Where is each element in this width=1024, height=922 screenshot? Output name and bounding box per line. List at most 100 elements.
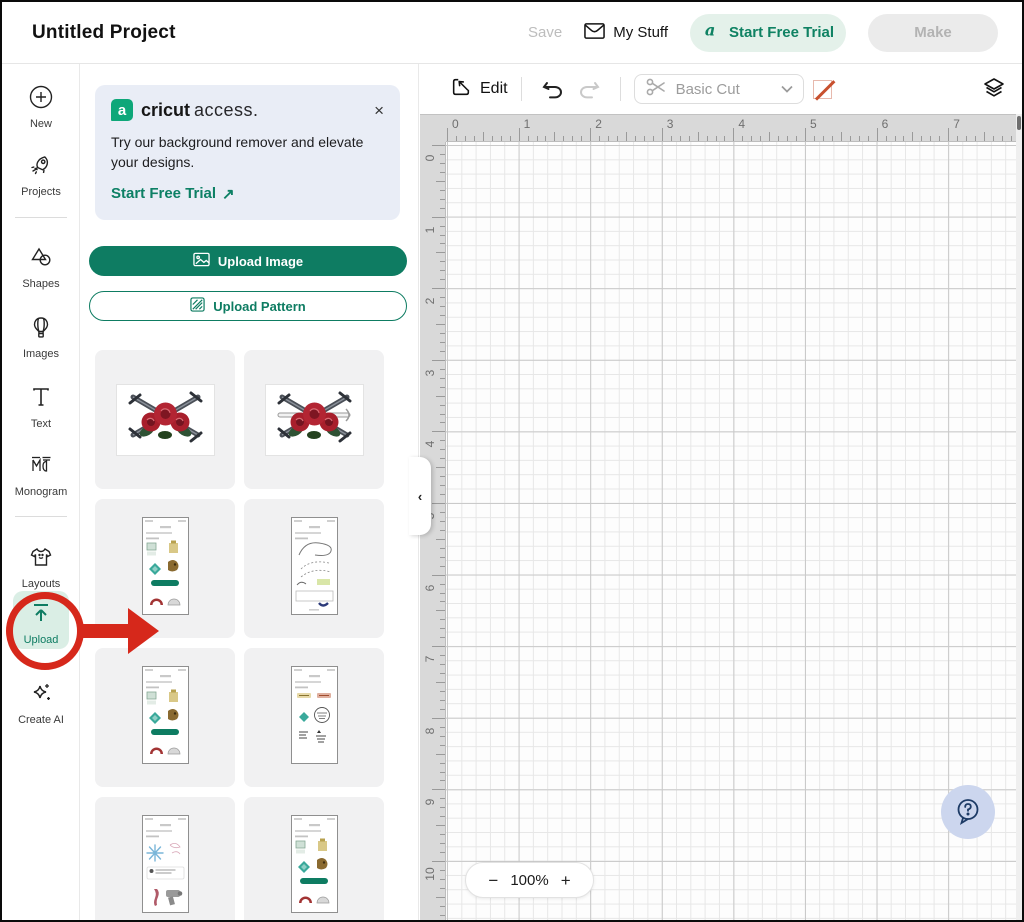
v-ruler-tick <box>436 324 445 325</box>
pattern-icon <box>190 297 205 315</box>
h-ruler-tick <box>716 136 717 141</box>
cricut-a-icon: a <box>702 21 721 44</box>
header-actions: Save My Stuff a Start Free Trial Make <box>528 14 998 52</box>
operation-type-dropdown[interactable]: Basic Cut <box>634 74 804 104</box>
v-ruler-tick <box>440 440 445 441</box>
v-ruler-tick <box>440 512 445 513</box>
h-ruler-tick <box>742 136 743 141</box>
h-ruler-tick <box>501 136 502 141</box>
scrollbar-thumb[interactable] <box>1017 116 1021 130</box>
v-ruler-tick <box>436 539 445 540</box>
cricut-access-badge-icon: a <box>111 99 133 121</box>
plus-circle-icon <box>28 84 54 110</box>
my-stuff-button[interactable]: My Stuff <box>584 22 668 44</box>
h-ruler-tick <box>1002 136 1003 141</box>
uploaded-image-app-screenshot[interactable] <box>244 648 384 787</box>
v-ruler-tick <box>440 369 445 370</box>
rocket-icon <box>28 152 54 178</box>
canvas-toolbar: Edit Basic Cut <box>420 64 1022 114</box>
image-icon <box>193 252 210 270</box>
undo-icon[interactable] <box>535 79 571 99</box>
toolbar-divider <box>620 77 621 101</box>
v-ruler-tick <box>440 548 445 549</box>
upload-image-button[interactable]: Upload Image <box>89 246 407 276</box>
uploaded-image-rose-daggers[interactable] <box>95 350 235 489</box>
h-ruler-tick <box>581 136 582 141</box>
h-ruler-tick <box>608 136 609 141</box>
h-ruler-tick <box>465 136 466 141</box>
promo-start-free-trial-link[interactable]: Start Free Trial ↗ <box>111 185 235 203</box>
sidebar-item-label: Create AI <box>2 714 80 726</box>
uploaded-image-app-screenshot[interactable] <box>95 648 235 787</box>
arrow-up-right-icon: ↗ <box>222 185 235 203</box>
h-ruler-tick <box>975 136 976 141</box>
h-ruler-tick <box>814 136 815 141</box>
sidebar-item-create-ai[interactable]: Create AI <box>2 680 80 726</box>
v-ruler-tick <box>440 664 445 665</box>
h-ruler-tick <box>930 136 931 141</box>
rail-divider <box>15 217 67 218</box>
v-ruler-tick <box>432 431 445 432</box>
h-ruler-tick <box>554 132 555 141</box>
canvas-scrollbar[interactable] <box>1016 114 1022 920</box>
panel-collapse-handle[interactable]: ‹ <box>409 457 431 535</box>
h-ruler-tick <box>966 136 967 141</box>
h-ruler-tick <box>787 136 788 141</box>
v-ruler-tick <box>440 906 445 907</box>
v-ruler-tick <box>432 789 445 790</box>
v-ruler-number: 3 <box>423 365 437 381</box>
v-ruler-tick <box>440 780 445 781</box>
sidebar-item-images[interactable]: Images <box>2 314 80 360</box>
uploaded-image-app-screenshot[interactable] <box>95 797 235 920</box>
cricut-access-promo-card: a cricut access. × Try our background re… <box>95 85 400 220</box>
sidebar-item-monogram[interactable]: Monogram <box>2 452 80 498</box>
v-ruler-number: 2 <box>423 293 437 309</box>
v-ruler-number: 0 <box>423 150 437 166</box>
v-ruler-number: 7 <box>423 651 437 667</box>
sidebar-item-new[interactable]: New <box>2 84 80 130</box>
h-ruler-tick <box>948 128 949 141</box>
v-ruler-tick <box>440 449 445 450</box>
v-ruler-tick <box>440 261 445 262</box>
close-icon[interactable]: × <box>374 102 384 119</box>
v-ruler-tick <box>436 610 445 611</box>
edit-button[interactable]: Edit <box>450 76 508 103</box>
uploaded-image-app-screenshot[interactable] <box>244 797 384 920</box>
v-ruler-tick <box>440 387 445 388</box>
v-ruler-tick <box>440 422 445 423</box>
shapes-icon <box>28 244 54 270</box>
v-ruler-tick <box>440 235 445 236</box>
uploaded-image-app-screenshot[interactable] <box>244 499 384 638</box>
upload-pattern-button[interactable]: Upload Pattern <box>89 291 407 321</box>
h-ruler-tick <box>850 136 851 141</box>
canvas-grid[interactable] <box>446 142 1022 920</box>
sidebar-item-upload[interactable]: Upload <box>2 600 80 646</box>
h-ruler-tick <box>939 136 940 141</box>
uploaded-image-rose-saber[interactable] <box>244 350 384 489</box>
start-free-trial-button[interactable]: a Start Free Trial <box>690 14 846 52</box>
redo-icon[interactable] <box>571 79 607 99</box>
h-ruler-tick <box>841 132 842 141</box>
uploaded-image-app-screenshot[interactable] <box>95 499 235 638</box>
v-ruler-tick <box>440 342 445 343</box>
color-swatch-empty[interactable] <box>813 80 832 99</box>
v-ruler-tick <box>440 297 445 298</box>
v-ruler-tick <box>440 494 445 495</box>
promo-header: a cricut access. × <box>111 99 384 121</box>
sidebar-item-projects[interactable]: Projects <box>2 152 80 198</box>
zoom-out-button[interactable]: − <box>488 872 498 889</box>
zoom-in-button[interactable]: + <box>561 872 571 889</box>
save-button[interactable]: Save <box>528 24 562 41</box>
sidebar-item-text[interactable]: Text <box>2 384 80 430</box>
horizontal-ruler: 012345678 <box>420 114 1022 142</box>
sidebar-item-shapes[interactable]: Shapes <box>2 244 80 290</box>
v-ruler-tick <box>440 879 445 880</box>
help-button[interactable] <box>941 785 995 839</box>
make-button[interactable]: Make <box>868 14 998 52</box>
h-ruler-tick <box>483 132 484 141</box>
layers-icon[interactable] <box>982 76 1006 103</box>
v-ruler-tick <box>432 718 445 719</box>
v-ruler-tick <box>440 601 445 602</box>
scissors-icon <box>645 77 667 102</box>
sidebar-item-layouts[interactable]: Layouts <box>2 544 80 590</box>
